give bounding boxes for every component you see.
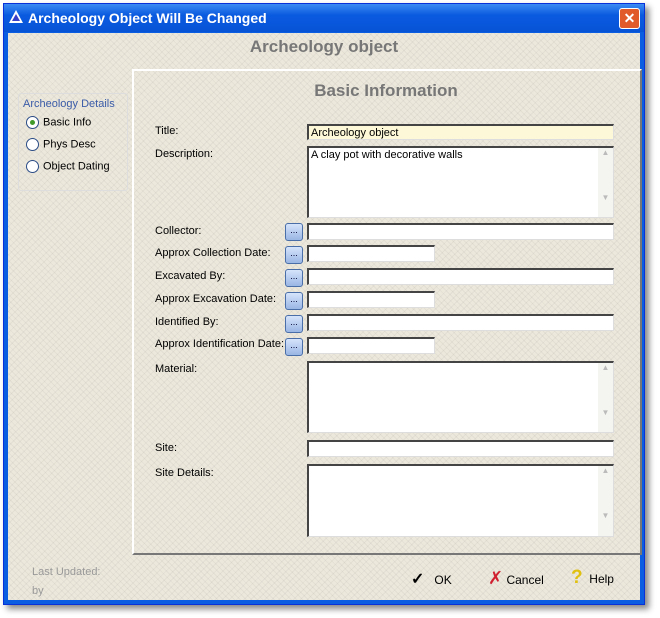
title-label: Title:	[155, 125, 179, 137]
last-updated-label: Last Updated:	[32, 566, 101, 578]
site-input[interactable]	[307, 440, 614, 457]
scrollbar[interactable]: ▲ ▼	[598, 363, 613, 432]
checkmark-icon: ✓	[411, 571, 425, 588]
excavation-date-browse-button[interactable]: ...	[285, 292, 303, 310]
excavated-by-input[interactable]	[307, 268, 614, 285]
collection-date-label: Approx Collection Date:	[155, 247, 271, 259]
excavation-date-input[interactable]	[307, 291, 435, 308]
radio-label: Basic Info	[43, 116, 92, 129]
identification-date-input[interactable]	[307, 337, 435, 354]
radio-icon	[26, 160, 39, 173]
radio-label: Object Dating	[43, 160, 110, 173]
title-bar[interactable]: Archeology Object Will Be Changed ✕	[4, 4, 644, 32]
help-button[interactable]: ? Help	[571, 567, 614, 589]
header-title: Archeology object	[249, 37, 399, 56]
material-label: Material:	[155, 363, 198, 375]
identified-by-browse-button[interactable]: ...	[285, 315, 303, 333]
identified-by-input[interactable]	[307, 314, 614, 331]
title-input[interactable]: Archeology object	[307, 124, 614, 140]
cancel-label: Cancel	[506, 573, 544, 587]
description-label: Description:	[155, 148, 214, 160]
collector-input[interactable]	[307, 223, 614, 240]
site-details-textarea[interactable]: ▲ ▼	[307, 464, 614, 537]
collector-browse-button[interactable]: ...	[285, 223, 303, 241]
app-triangle-icon	[9, 10, 23, 23]
last-updated-by: by	[32, 585, 44, 597]
scrollbar[interactable]: ▲ ▼	[598, 148, 613, 217]
help-label: Help	[589, 572, 614, 586]
scrollbar[interactable]: ▲ ▼	[598, 466, 613, 536]
cancel-button[interactable]: ✗ Cancel	[488, 568, 544, 589]
nav-group-label: Archeology Details	[23, 98, 115, 110]
identification-date-browse-button[interactable]: ...	[285, 338, 303, 356]
site-details-label: Site Details:	[155, 467, 214, 479]
nav-radio-basic-info[interactable]: Basic Info	[26, 116, 91, 129]
x-icon: ✗	[488, 568, 504, 588]
radio-selected-icon	[26, 116, 39, 129]
description-text: A clay pot with decorative walls	[311, 149, 463, 161]
dialog-window: Archeology Object Will Be Changed ✕ Arch…	[3, 3, 645, 605]
material-textarea[interactable]: ▲ ▼	[307, 361, 614, 433]
excavation-date-label: Approx Excavation Date:	[155, 293, 277, 305]
ok-label: OK	[434, 573, 452, 587]
site-label: Site:	[155, 442, 178, 454]
nav-radio-phys-desc[interactable]: Phys Desc	[26, 138, 96, 151]
question-icon: ?	[571, 567, 583, 588]
ok-button[interactable]: ✓ OK	[411, 569, 452, 589]
collector-label: Collector:	[155, 225, 202, 237]
radio-icon	[26, 138, 39, 151]
identification-date-label: Approx Identification Date:	[155, 338, 285, 350]
collection-date-browse-button[interactable]: ...	[285, 246, 303, 264]
radio-label: Phys Desc	[43, 138, 96, 151]
dialog-body: Archeology object Archeology Details Bas…	[8, 33, 642, 600]
identified-by-label: Identified By:	[155, 316, 219, 328]
excavated-by-browse-button[interactable]: ...	[285, 269, 303, 287]
excavated-by-label: Excavated By:	[155, 270, 226, 282]
window-title: Archeology Object Will Be Changed	[28, 10, 267, 26]
nav-radio-object-dating[interactable]: Object Dating	[26, 160, 110, 173]
description-textarea[interactable]: A clay pot with decorative walls ▲ ▼	[307, 146, 614, 218]
section-title: Basic Information	[314, 81, 458, 100]
collection-date-input[interactable]	[307, 245, 435, 262]
close-button[interactable]: ✕	[619, 8, 640, 29]
